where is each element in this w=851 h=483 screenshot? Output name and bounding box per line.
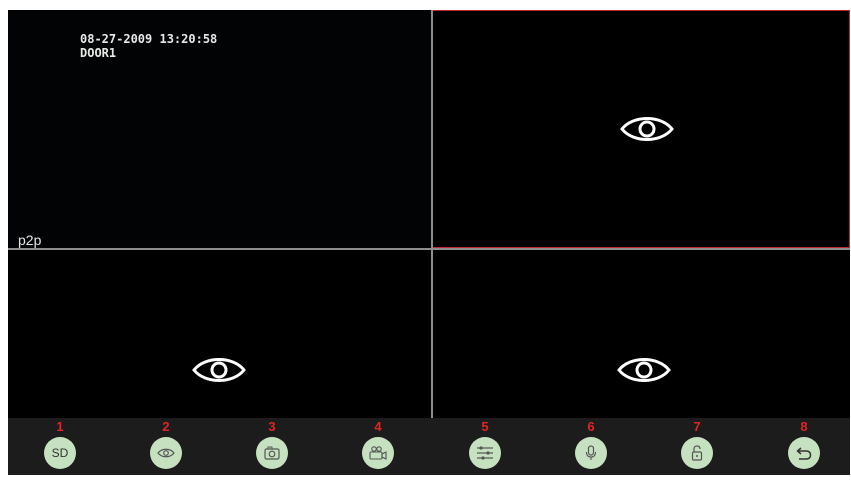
grid-divider-vertical [431, 10, 433, 475]
tool-record: 4 [358, 418, 398, 475]
unlock-icon [691, 445, 703, 461]
connection-label: p2p [18, 232, 42, 248]
snapshot-button[interactable] [256, 437, 288, 469]
sliders-icon [477, 446, 493, 460]
settings-button[interactable] [469, 437, 501, 469]
tool-unlock: 7 [677, 418, 717, 475]
tool-back: 8 [784, 418, 824, 475]
camera-tile-3[interactable] [8, 250, 431, 418]
eye-icon[interactable] [619, 113, 675, 145]
tool-talk: 6 [571, 418, 611, 475]
osd-overlay: 08-27-2009 13:20:58 DOOR1 [80, 32, 217, 60]
tool-sd: 1 SD [40, 418, 80, 475]
camera-tile-2[interactable] [432, 10, 850, 248]
camera-name: DOOR1 [80, 46, 117, 60]
eye-icon[interactable] [191, 354, 247, 386]
unlock-button[interactable] [681, 437, 713, 469]
sd-button[interactable]: SD [44, 437, 76, 469]
tool-settings: 5 [465, 418, 505, 475]
monitor-button[interactable] [150, 437, 182, 469]
monitor-grid: 08-27-2009 13:20:58 DOOR1 p2p 1 SD 2 3 4… [8, 10, 850, 475]
tool-number: 2 [162, 419, 170, 434]
camera-tile-1[interactable]: 08-27-2009 13:20:58 DOOR1 p2p [8, 10, 431, 248]
tool-number: 8 [800, 419, 808, 434]
camera-tile-4[interactable] [433, 250, 850, 418]
microphone-icon [585, 445, 597, 460]
tool-number: 1 [56, 419, 64, 434]
timestamp: 08-27-2009 13:20:58 [80, 32, 218, 46]
tool-number: 5 [481, 419, 489, 434]
tool-number: 6 [587, 419, 595, 434]
tool-snapshot: 3 [252, 418, 292, 475]
tool-number: 7 [693, 419, 701, 434]
tool-number: 3 [268, 419, 276, 434]
eye-icon[interactable] [616, 354, 672, 386]
video-camera-icon [369, 446, 387, 460]
talk-button[interactable] [575, 437, 607, 469]
toolbar: 1 SD 2 3 4 5 6 7 8 [8, 418, 850, 475]
back-icon [796, 447, 812, 460]
camera-icon [264, 446, 280, 460]
sd-label: SD [51, 446, 69, 460]
tool-number: 4 [374, 419, 382, 434]
back-button[interactable] [788, 437, 820, 469]
grid-divider-horizontal [8, 248, 850, 250]
record-button[interactable] [362, 437, 394, 469]
tool-monitor: 2 [146, 418, 186, 475]
eye-icon [157, 448, 175, 458]
